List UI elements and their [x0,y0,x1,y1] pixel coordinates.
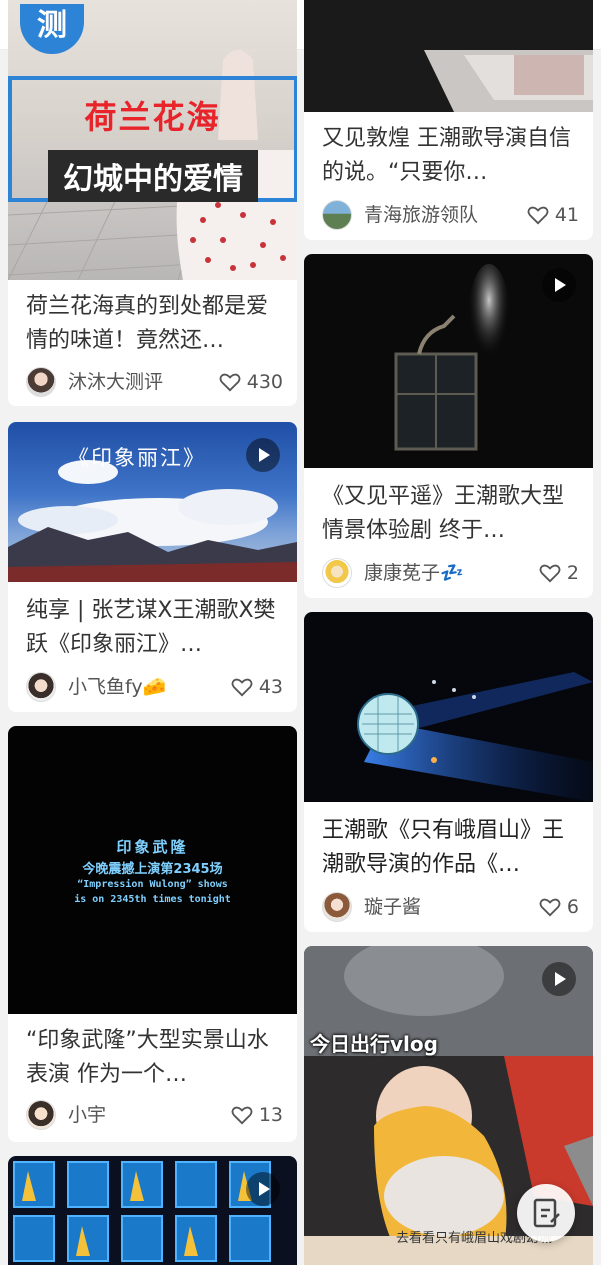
heart-icon[interactable] [231,677,253,697]
author-name[interactable]: 沐沐大测评 [68,369,163,395]
like-count-value: 13 [258,1104,283,1126]
like-count[interactable]: 43 [231,674,283,700]
feed-card-pingyao[interactable]: 《又见平遥》王潮歌大型情景体验剧 终于… 康康莬子💤 2 [304,254,593,598]
screen-text-cn: 今晚震撼上演第2345场 [82,862,223,877]
like-count[interactable]: 6 [539,894,579,920]
like-count-value: 41 [554,204,579,226]
avatar[interactable] [322,892,352,922]
card-thumbnail [8,1156,297,1265]
feed-card-holland-flowers[interactable]: 测 荷兰花海 幻城中的爱情 荷兰花海真的到处都是爱情的味道！竟然还… 沐沐大测评… [8,0,297,406]
like-count-value: 6 [566,896,579,918]
author-name[interactable]: 璇子酱 [364,894,421,920]
screen-text-en2: is on 2345th times tonight [74,894,231,905]
card-thumbnail: 测 荷兰花海 幻城中的爱情 [8,0,297,280]
overlay-title-line2: 幻城中的爱情 [48,150,258,202]
avatar[interactable] [26,672,56,702]
card-thumbnail: 印象武隆 今晚震撼上演第2345场 “Impression Wulong” sh… [8,726,297,1014]
edit-icon[interactable] [517,1184,575,1242]
compose-button[interactable] [517,1184,575,1242]
card-title[interactable]: “印象武隆”大型实景山水表演 作为一个… [26,1024,285,1094]
card-title[interactable]: 《又见平遥》王潮歌大型情景体验剧 终于… [322,480,581,550]
emei-stage-photo [357,672,593,802]
screen-text-title: 印象武隆 [116,838,189,856]
card-meta: 小宇 13 [26,1100,283,1132]
dunhuang-photo [424,50,593,112]
author-name[interactable]: 康康莬子💤 [364,560,464,586]
feed-card-emei[interactable]: 王潮歌《只有峨眉山》王潮歌导演的作品《… 璇子酱 6 [304,612,593,932]
card-meta: 青海旅游领队 41 [322,200,579,232]
avatar[interactable] [322,200,352,230]
screen-text-en1: “Impression Wulong” shows [77,879,228,890]
like-count[interactable]: 430 [219,369,283,395]
card-meta: 璇子酱 6 [322,892,579,924]
feed-card-impression-wulong[interactable]: 印象武隆 今晚震撼上演第2345场 “Impression Wulong” sh… [8,726,297,1142]
card-meta: 沐沐大测评 430 [26,367,283,399]
play-icon[interactable] [542,962,576,996]
like-count-value: 2 [566,562,579,584]
feed-card-impression-lijiang[interactable]: 《印象丽江》 纯享 | 张艺谋X王潮歌X樊跃《印象丽江》… 小飞鱼fy🧀 43 [8,422,297,712]
like-count[interactable]: 2 [539,560,579,586]
play-icon[interactable] [542,268,576,302]
card-thumbnail [304,612,593,802]
overlay-title-line1: 荷兰花海 [84,98,221,136]
heart-icon[interactable] [527,205,549,225]
like-count-value: 43 [258,676,283,698]
card-thumbnail: 《印象丽江》 [8,422,297,582]
feed-card-stage-lights[interactable] [8,1156,297,1265]
heart-icon[interactable] [539,563,561,583]
author-name[interactable]: 小宇 [68,1102,106,1128]
card-thumbnail [304,0,593,112]
play-icon[interactable] [246,438,280,472]
card-meta: 小飞鱼fy🧀 43 [26,672,283,704]
author-name[interactable]: 小飞鱼fy🧀 [68,674,166,700]
overlay-tag-text: 测 [37,8,67,43]
card-title[interactable]: 又见敦煌 王潮歌导演自信的说。“只要你… [322,122,581,192]
avatar[interactable] [26,367,56,397]
card-title[interactable]: 荷兰花海真的到处都是爱情的味道！竟然还… [26,290,285,360]
play-icon[interactable] [246,1172,280,1206]
like-count[interactable]: 41 [527,202,579,228]
stage-lights-photo [13,1161,271,1262]
heart-icon[interactable] [539,897,561,917]
like-count-value: 430 [246,371,283,393]
overlay-title-top: 今日出行vlog [310,1032,438,1056]
overlay-title: 《印象丽江》 [68,446,206,470]
card-title[interactable]: 王潮歌《只有峨眉山》王潮歌导演的作品《… [322,814,581,884]
avatar[interactable] [26,1100,56,1130]
feed-card-dunhuang[interactable]: 又见敦煌 王潮歌导演自信的说。“只要你… 青海旅游领队 41 [304,0,593,240]
card-meta: 康康莬子💤 2 [322,558,579,590]
avatar[interactable] [322,558,352,588]
heart-icon[interactable] [231,1105,253,1125]
card-thumbnail [304,254,593,468]
card-title[interactable]: 纯享 | 张艺谋X王潮歌X樊跃《印象丽江》… [26,594,285,664]
author-name[interactable]: 青海旅游领队 [364,202,478,228]
like-count[interactable]: 13 [231,1102,283,1128]
heart-icon[interactable] [219,372,241,392]
